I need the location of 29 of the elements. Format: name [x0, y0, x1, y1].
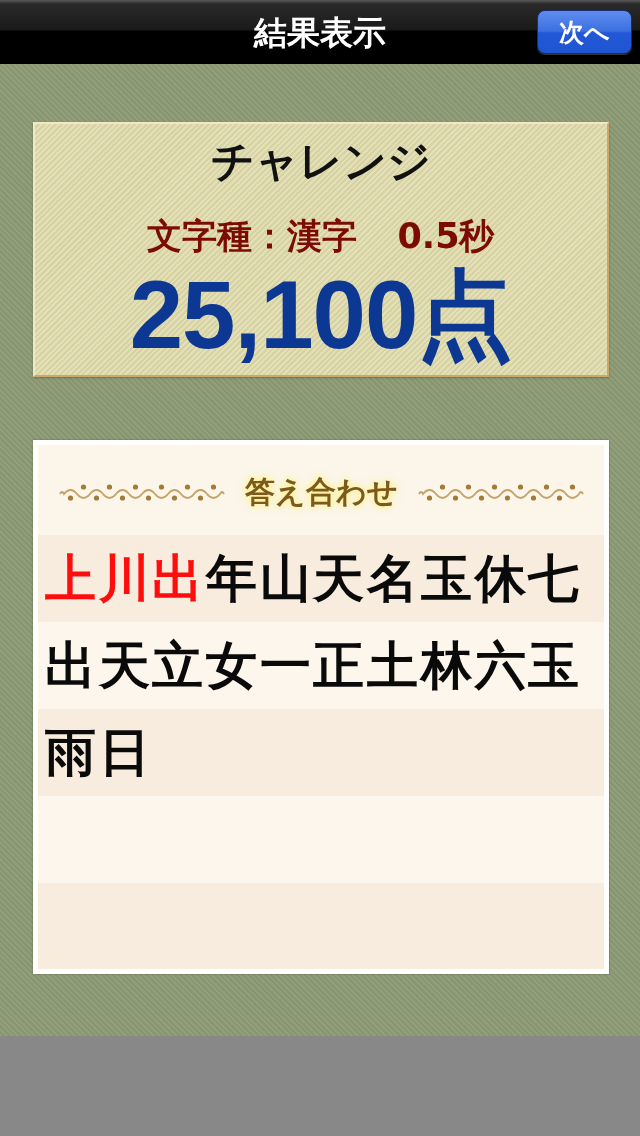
screen-title: 結果表示: [254, 13, 386, 53]
answer-character: 出: [152, 548, 205, 609]
answer-character: 土: [367, 635, 419, 696]
answer-character: 川: [98, 548, 151, 609]
answer-character: 六: [474, 635, 527, 696]
next-button[interactable]: 次へ: [537, 10, 632, 54]
mode-title: チャレンジ: [211, 135, 431, 187]
answer-character: 名: [367, 548, 420, 609]
answer-character: 立: [152, 635, 205, 696]
answer-character: 一: [259, 635, 312, 696]
answer-character: 出: [45, 635, 97, 696]
answer-character: 林: [420, 635, 473, 696]
score-value: 25,100点: [129, 262, 513, 368]
answer-character: 玉: [528, 635, 581, 696]
answer-character: 年: [206, 548, 259, 609]
answer-character: 日: [98, 722, 151, 783]
answer-character: 山: [259, 548, 312, 609]
answer-character: 雨: [45, 722, 97, 783]
answer-character: 女: [206, 635, 259, 696]
answer-character: 上: [45, 548, 97, 609]
answer-panel-title: 答え合わせ: [244, 473, 398, 511]
answer-character: 七: [528, 548, 581, 609]
character-type-label: 文字種：漢字: [147, 215, 358, 258]
answer-character: 休: [474, 548, 527, 609]
answer-character: 正: [313, 635, 366, 696]
answer-character: 天: [98, 635, 151, 696]
answer-character: 玉: [420, 548, 473, 609]
answer-character: 天: [313, 548, 366, 609]
time-label: 0.5秒: [397, 215, 495, 258]
